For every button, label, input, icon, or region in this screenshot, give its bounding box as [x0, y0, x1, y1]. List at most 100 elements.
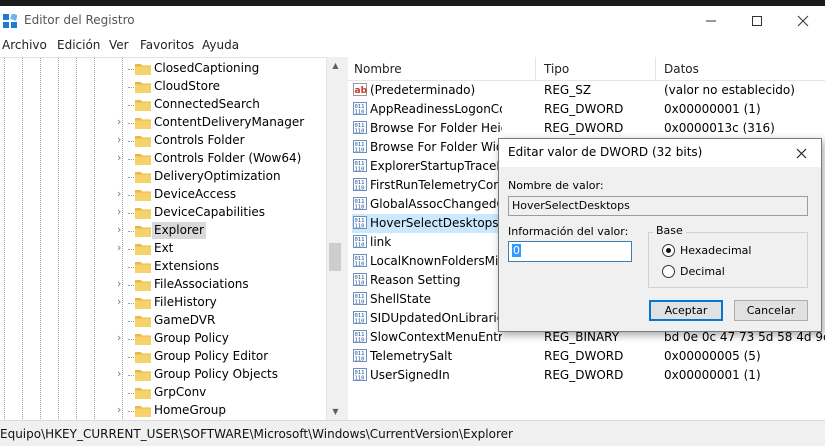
svg-text:110: 110	[355, 205, 365, 211]
menu-favoritos[interactable]: Favoritos	[140, 38, 194, 52]
value-name-cell: 011 110 Browse For Folder Width	[352, 138, 502, 157]
expand-chevron-icon[interactable]: ›	[117, 295, 127, 308]
expand-chevron-icon[interactable]: ›	[117, 331, 127, 344]
value-data-input[interactable]: 0	[508, 241, 632, 262]
menu-ver[interactable]: Ver	[109, 38, 129, 52]
value-row[interactable]: 011110Browse For Folder Height REG_DWORD 0…	[348, 119, 825, 138]
column-name[interactable]: Nombre	[354, 62, 402, 76]
tree-connector	[128, 393, 134, 394]
column-type[interactable]: Tipo	[544, 62, 569, 76]
scroll-thumb[interactable]	[329, 243, 341, 271]
value-name: GlobalAssocChangedCo	[370, 197, 502, 211]
cancel-button[interactable]: Cancelar	[734, 300, 808, 321]
registry-tree[interactable]: ClosedCaptioning CloudStore ConnectedSearc…	[0, 57, 343, 420]
menu-ayuda[interactable]: Ayuda	[202, 38, 239, 52]
tree-item[interactable]: Extensions	[0, 258, 326, 276]
svg-text:110: 110	[355, 129, 365, 135]
radio-unchecked-icon	[662, 264, 675, 278]
binary-value-icon: 011110	[353, 102, 367, 116]
tree-item[interactable]: GrpConv	[0, 384, 326, 402]
value-row[interactable]: 011110AppReadinessLogonComplete REG_DWORD…	[348, 100, 825, 119]
tree-item-label: DeviceCapabilities	[154, 205, 266, 219]
value-name-cell: 011 110 SIDUpdatedOnLibraries	[352, 309, 502, 328]
expand-chevron-icon[interactable]: ›	[117, 241, 127, 254]
tree-connector	[128, 105, 134, 106]
menu-bar: Archivo Edición Ver Favoritos Ayuda	[0, 36, 825, 56]
tree-connector	[128, 375, 134, 376]
tree-item[interactable]: CloudStore	[0, 78, 326, 96]
radio-hexadecimal[interactable]: Hexadecimal	[662, 242, 751, 258]
scroll-down-arrow-icon[interactable]: ▼	[327, 403, 344, 420]
tree-item[interactable]: ClosedCaptioning	[0, 60, 326, 78]
expand-chevron-icon[interactable]: ›	[117, 403, 127, 416]
ok-button[interactable]: Aceptar	[649, 300, 723, 321]
expand-chevron-icon[interactable]: ›	[117, 115, 127, 128]
folder-icon	[135, 388, 151, 399]
close-window-button[interactable]	[780, 6, 825, 36]
tree-item[interactable]: › FileAssociations	[0, 276, 326, 294]
expand-chevron-icon[interactable]: ›	[117, 133, 127, 146]
column-separator[interactable]	[655, 57, 656, 81]
folder-icon	[135, 118, 151, 129]
expand-chevron-icon[interactable]: ›	[117, 277, 127, 290]
folder-icon	[135, 226, 151, 237]
folder-icon	[135, 334, 151, 345]
tree-scrollbar[interactable]: ▲ ▼	[326, 57, 343, 420]
tree-item[interactable]: › Ext	[0, 240, 326, 258]
column-separator[interactable]	[535, 57, 536, 81]
tree-item[interactable]: ConnectedSearch	[0, 96, 326, 114]
dialog-close-button[interactable]	[789, 142, 813, 164]
tree-connector	[128, 213, 134, 214]
tree-item-label: Extensions	[154, 259, 220, 273]
tree-item[interactable]: › HomeGroup	[0, 402, 326, 420]
svg-text:110: 110	[355, 243, 365, 249]
close-icon	[796, 148, 806, 158]
value-name-cell: 011110ExplorerStartupTraceRec	[352, 157, 502, 176]
value-name: SlowContextMenuEntries	[370, 330, 502, 344]
tree-item[interactable]: › ContentDeliveryManager	[0, 114, 326, 132]
menu-archivo[interactable]: Archivo	[2, 38, 47, 52]
value-row[interactable]: 011 110 UserSignedIn REG_DWORD 0x00000001 (1…	[348, 366, 825, 385]
value-name-cell: ab (Predeterminado)	[352, 81, 502, 100]
tree-item[interactable]: › Explorer	[0, 222, 326, 240]
scroll-up-arrow-icon[interactable]: ▲	[327, 57, 344, 74]
tree-item[interactable]: Group Policy Editor	[0, 348, 326, 366]
value-row[interactable]: 011 110 TelemetrySalt REG_DWORD 0x00000005 (…	[348, 347, 825, 366]
tree-item[interactable]: › Group Policy	[0, 330, 326, 348]
expand-chevron-icon[interactable]: ›	[117, 367, 127, 380]
maximize-button[interactable]	[734, 6, 780, 36]
folder-icon	[135, 172, 151, 183]
tree-item[interactable]: › DeviceCapabilities	[0, 204, 326, 222]
expand-chevron-icon[interactable]: ›	[117, 187, 127, 200]
tree-item-label: Ext	[154, 241, 174, 255]
column-data[interactable]: Datos	[664, 62, 699, 76]
tree-item-label: HomeGroup	[154, 403, 226, 417]
minimize-button[interactable]	[688, 6, 734, 36]
tree-item[interactable]: DeliveryOptimization	[0, 168, 326, 186]
value-type: REG_DWORD	[544, 368, 624, 382]
tree-item-label: Controls Folder	[154, 133, 245, 147]
tree-item[interactable]: › Controls Folder (Wow64)	[0, 150, 326, 168]
tree-item[interactable]: › Group Policy Objects	[0, 366, 326, 384]
expand-chevron-icon[interactable]: ›	[117, 151, 127, 164]
folder-icon	[135, 136, 151, 147]
tree-item[interactable]: GameDVR	[0, 312, 326, 330]
tree-item-label: Explorer	[152, 222, 206, 239]
close-icon	[797, 15, 809, 27]
value-row[interactable]: ab (Predeterminado) REG_SZ (valor no establ…	[348, 81, 825, 100]
tree-item[interactable]: › DeviceAccess	[0, 186, 326, 204]
tree-item[interactable]: › Controls Folder	[0, 132, 326, 150]
expand-chevron-icon[interactable]: ›	[117, 223, 127, 236]
expand-chevron-icon[interactable]: ›	[117, 205, 127, 218]
value-name: HoverSelectDesktops	[370, 216, 499, 230]
value-name: LocalKnownFoldersMigr	[370, 254, 502, 268]
menu-edicion[interactable]: Edición	[57, 38, 100, 52]
radio-decimal[interactable]: Decimal	[662, 263, 725, 279]
folder-icon	[135, 190, 151, 201]
value-name: Reason Setting	[370, 273, 461, 287]
value-name: (Predeterminado)	[370, 83, 476, 97]
value-type: REG_SZ	[544, 83, 592, 97]
tree-item[interactable]: › FileHistory	[0, 294, 326, 312]
svg-text:110: 110	[355, 148, 365, 154]
tree-connector	[128, 411, 134, 412]
